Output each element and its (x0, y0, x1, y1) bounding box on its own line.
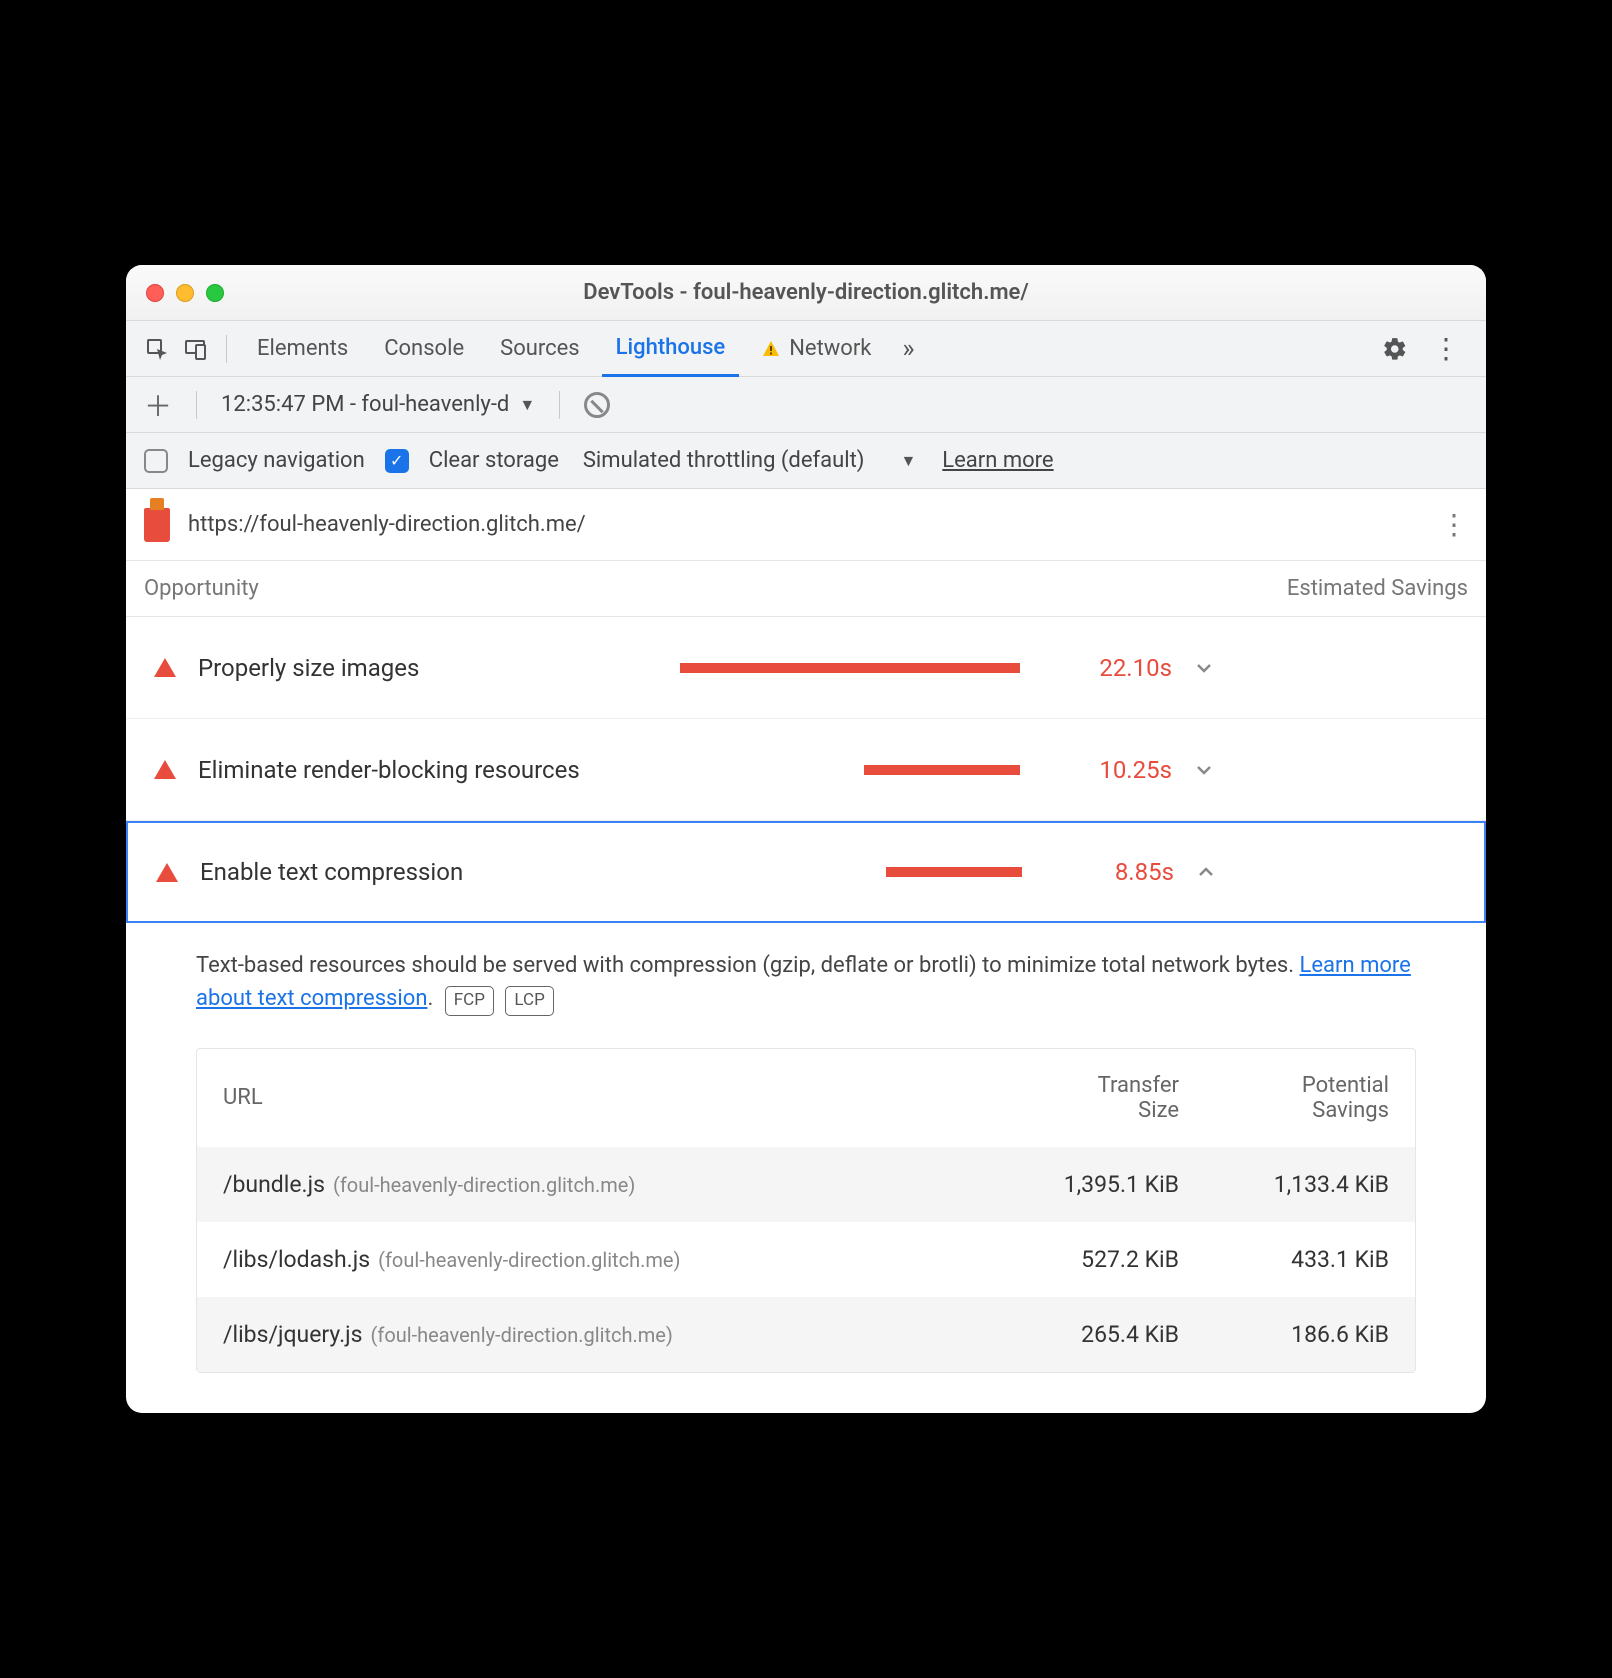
resource-path: /libs/jquery.js (223, 1321, 363, 1348)
triangle-fail-icon (154, 760, 176, 779)
metric-badge: FCP (445, 986, 494, 1016)
opportunity-row[interactable]: Enable text compression 8.85s (126, 821, 1486, 923)
devtools-window: DevTools - foul-heavenly-direction.glitc… (126, 265, 1486, 1413)
col-potential: Potential Savings (1179, 1073, 1389, 1123)
opportunity-row[interactable]: Eliminate render-blocking resources 10.25… (126, 719, 1486, 821)
resource-host: (foul-heavenly-direction.glitch.me) (378, 1248, 680, 1272)
metric-badge: LCP (505, 986, 553, 1016)
transfer-size: 265.4 KiB (969, 1321, 1179, 1348)
report-selector[interactable]: 12:35:47 PM - foul-heavenly-d ▼ (221, 392, 535, 417)
clear-storage-label: Clear storage (429, 448, 559, 473)
report-url: https://foul-heavenly-direction.glitch.m… (188, 512, 1422, 537)
opportunity-title: Enable text compression (200, 858, 660, 886)
titlebar: DevTools - foul-heavenly-direction.glitc… (126, 265, 1486, 321)
panel-tabs: Elements Console Sources Lighthouse Netw… (126, 321, 1486, 377)
transfer-size: 1,395.1 KiB (969, 1171, 1179, 1198)
close-window-button[interactable] (146, 284, 164, 302)
device-toggle-icon[interactable] (180, 334, 210, 364)
options-bar: Legacy navigation ✓ Clear storage Simula… (126, 433, 1486, 489)
legacy-navigation-checkbox[interactable] (144, 449, 168, 473)
chevron-down-icon (1194, 760, 1234, 780)
resource-host: (foul-heavenly-direction.glitch.me) (333, 1173, 635, 1197)
resource-host: (foul-heavenly-direction.glitch.me) (371, 1323, 673, 1347)
resource-path: /bundle.js (223, 1171, 325, 1198)
table-row: /bundle.js (foul-heavenly-direction.glitc… (197, 1147, 1415, 1222)
resource-path: /libs/lodash.js (223, 1246, 370, 1273)
tab-elements[interactable]: Elements (243, 321, 362, 377)
lighthouse-icon (144, 508, 170, 542)
settings-icon[interactable] (1382, 336, 1408, 362)
minimize-window-button[interactable] (176, 284, 194, 302)
transfer-size: 527.2 KiB (969, 1246, 1179, 1273)
triangle-fail-icon (154, 658, 176, 677)
traffic-lights (146, 284, 224, 302)
tab-console[interactable]: Console (370, 321, 478, 377)
col-transfer: Transfer Size (969, 1073, 1179, 1123)
savings-bar (680, 663, 1020, 673)
savings-header-label: Estimated Savings (1287, 576, 1468, 601)
caret-down-icon[interactable]: ▼ (900, 451, 916, 471)
maximize-window-button[interactable] (206, 284, 224, 302)
opportunity-title: Properly size images (198, 654, 658, 682)
savings-bar (886, 867, 1022, 877)
tab-network[interactable]: Network (747, 321, 885, 377)
detail-text: Text-based resources should be served wi… (196, 953, 1300, 978)
clear-icon[interactable] (584, 392, 610, 418)
opportunity-time: 10.25s (1042, 756, 1172, 784)
triangle-fail-icon (156, 863, 178, 882)
tab-lighthouse[interactable]: Lighthouse (602, 321, 740, 377)
chevron-down-icon (1194, 658, 1234, 678)
more-tabs-icon[interactable]: » (893, 334, 923, 364)
throttling-label: Simulated throttling (default) (583, 448, 865, 473)
clear-storage-checkbox[interactable]: ✓ (385, 449, 409, 473)
opportunity-row[interactable]: Properly size images 22.10s (126, 617, 1486, 719)
opportunity-detail: Text-based resources should be served wi… (126, 923, 1486, 1020)
tab-sources[interactable]: Sources (486, 321, 594, 377)
new-report-button[interactable]: ＋ (144, 385, 172, 425)
report-menu-icon[interactable]: ⋮ (1440, 508, 1468, 541)
table-row: /libs/lodash.js (foul-heavenly-direction.… (197, 1222, 1415, 1297)
opportunity-header-label: Opportunity (144, 576, 259, 601)
potential-savings: 1,133.4 KiB (1179, 1171, 1389, 1198)
opportunity-time: 22.10s (1042, 654, 1172, 682)
opportunity-time: 8.85s (1044, 858, 1174, 886)
learn-more-link[interactable]: Learn more (942, 448, 1053, 473)
inspect-icon[interactable] (142, 334, 172, 364)
window-title: DevTools - foul-heavenly-direction.glitc… (144, 280, 1468, 305)
caret-down-icon: ▼ (519, 395, 535, 415)
divider (226, 335, 227, 363)
chevron-up-icon (1196, 862, 1236, 882)
potential-savings: 433.1 KiB (1179, 1246, 1389, 1273)
table-row: /libs/jquery.js (foul-heavenly-direction.… (197, 1297, 1415, 1372)
table-header: URL Transfer Size Potential Savings (197, 1049, 1415, 1147)
lighthouse-subbar: ＋ 12:35:47 PM - foul-heavenly-d ▼ (126, 377, 1486, 433)
resources-table: URL Transfer Size Potential Savings /bun… (196, 1048, 1416, 1373)
savings-bar (864, 765, 1020, 775)
report-url-row: https://foul-heavenly-direction.glitch.m… (126, 489, 1486, 561)
potential-savings: 186.6 KiB (1179, 1321, 1389, 1348)
opportunity-title: Eliminate render-blocking resources (198, 756, 658, 784)
col-url: URL (223, 1085, 969, 1110)
warning-icon (761, 339, 781, 359)
legacy-navigation-label: Legacy navigation (188, 448, 365, 473)
opportunities-header: Opportunity Estimated Savings (126, 561, 1486, 617)
